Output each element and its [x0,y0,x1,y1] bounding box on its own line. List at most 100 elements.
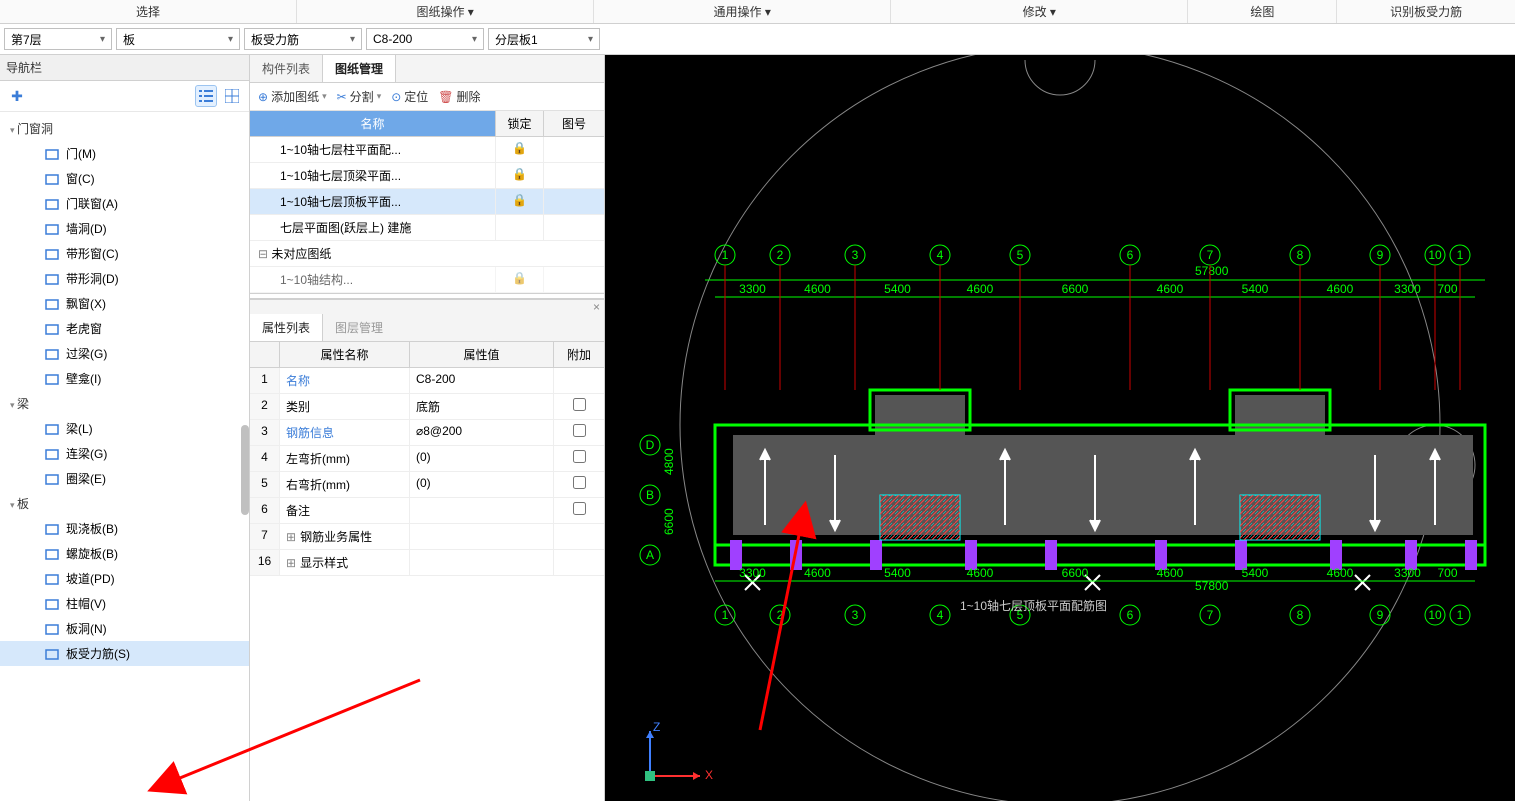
svg-text:B: B [646,488,654,502]
expand-icon[interactable]: ⊞ [286,556,296,570]
dt-group-unmatched[interactable]: 未对应图纸 [250,241,604,267]
property-row[interactable]: 16⊞显示样式 [250,550,604,576]
cbeam-icon [44,446,60,462]
toolbar-del-button[interactable]: 🗑删除 [438,88,480,105]
tree-item-label: 连梁(G) [66,445,107,462]
tab-drawing-manage[interactable]: 图纸管理 [323,55,396,82]
tree-item[interactable]: 带形窗(C) [0,241,249,266]
ring-icon [44,471,60,487]
tree-item[interactable]: 门联窗(A) [0,191,249,216]
tree-item[interactable]: 壁龛(I) [0,366,249,391]
dropdown-4[interactable]: 分层板1▾ [488,28,600,50]
tree-item-label: 窗(C) [66,170,95,187]
lock-icon[interactable]: 🔒 [512,141,527,155]
del-icon: 🗑 [438,90,453,104]
nav-table-view-icon[interactable] [221,85,243,107]
lock-icon[interactable]: 🔒 [512,167,527,181]
tree-item-label: 门联窗(A) [66,195,118,212]
tree-item[interactable]: 门(M) [0,141,249,166]
ribbon-tab-draw[interactable]: 绘图 [1188,0,1337,23]
lock-icon[interactable]: 🔒 [512,193,527,207]
toolbar-locate-button[interactable]: ⊙定位 [391,88,428,105]
property-checkbox[interactable] [573,398,586,411]
tree-group[interactable]: 梁 [0,391,249,416]
nav-scrollbar[interactable] [241,425,249,515]
tree-item[interactable]: 圈梁(E) [0,466,249,491]
svg-text:1: 1 [722,608,729,622]
ribbon-bar: 选择 图纸操作 ▾ 通用操作 ▾ 修改 ▾ 绘图 识别板受力筋 [0,0,1515,24]
toolbar-split-button[interactable]: ✂分割▾ [337,88,382,105]
table-row[interactable]: 1~10轴七层柱平面配...🔒 [250,137,604,163]
property-row[interactable]: 4左弯折(mm)(0) [250,446,604,472]
ribbon-tab-select[interactable]: 选择 [0,0,297,23]
tree-item[interactable]: 窗(C) [0,166,249,191]
property-checkbox[interactable] [573,424,586,437]
spiral-icon [44,546,60,562]
niche-icon [44,371,60,387]
nav-list-view-icon[interactable] [195,85,217,107]
ribbon-tab-modify[interactable]: 修改 ▾ [891,0,1188,23]
dropdown-3[interactable]: C8-200▾ [366,28,484,50]
tree-item[interactable]: 板受力筋(S) [0,641,249,666]
property-row[interactable]: 5右弯折(mm)(0) [250,472,604,498]
tab-component-list[interactable]: 构件列表 [250,55,323,82]
property-row[interactable]: 7⊞钢筋业务属性 [250,524,604,550]
svg-text:3: 3 [852,608,859,622]
tree-item-label: 带形洞(D) [66,270,119,287]
tree-group[interactable]: 门窗洞 [0,116,249,141]
svg-text:9: 9 [1377,248,1384,262]
cad-viewport[interactable]: 123456789101 330046005400460066004600540… [605,55,1515,801]
tree-item[interactable]: 老虎窗 [0,316,249,341]
table-row[interactable]: 1~10轴七层顶梁平面...🔒 [250,163,604,189]
dropdown-1[interactable]: 板▾ [116,28,240,50]
tree-item[interactable]: 螺旋板(B) [0,541,249,566]
tree-item[interactable]: 柱帽(V) [0,591,249,616]
svg-text:4600: 4600 [1157,566,1184,580]
dropdown-2[interactable]: 板受力筋▾ [244,28,362,50]
table-row[interactable]: 1~10轴七层顶板平面...🔒 [250,189,604,215]
property-row[interactable]: 6备注 [250,498,604,524]
cad-drawing: 123456789101 330046005400460066004600540… [605,55,1515,801]
tab-property-list[interactable]: 属性列表 [250,314,323,341]
svg-text:4600: 4600 [804,282,831,296]
property-row[interactable]: 2类别底筋 [250,394,604,420]
context-dropdowns: 第7层▾板▾板受力筋▾C8-200▾分层板1▾ [0,24,1515,55]
table-row[interactable]: 七层平面图(跃层上) 建施 [250,215,604,241]
property-checkbox[interactable] [573,476,586,489]
tree-item-label: 圈梁(E) [66,470,106,487]
tree-item[interactable]: 带形洞(D) [0,266,249,291]
tree-item[interactable]: 现浇板(B) [0,516,249,541]
tree-item[interactable]: 飘窗(X) [0,291,249,316]
tree-item[interactable]: 坡道(PD) [0,566,249,591]
ribbon-tab-general-ops[interactable]: 通用操作 ▾ [594,0,891,23]
property-row[interactable]: 1名称C8-200 [250,368,604,394]
band2-icon [44,271,60,287]
nav-add-icon[interactable]: ✚ [6,85,28,107]
property-close-icon[interactable]: × [250,300,604,314]
property-row[interactable]: 3钢筋信息⌀8@200 [250,420,604,446]
toolbar-add-button[interactable]: ⊕添加图纸▾ [258,88,327,105]
dropdown-0[interactable]: 第7层▾ [4,28,112,50]
navigator-tree[interactable]: 门窗洞门(M) 窗(C) 门联窗(A) 墙洞(D) 带形窗(C) 带形洞(D) 飘窗(X)老… [0,112,249,801]
beam-icon [44,421,60,437]
tree-group[interactable]: 板 [0,491,249,516]
drawing-toolbar: ⊕添加图纸▾ ✂分割▾ ⊙定位 🗑删除 [250,83,604,111]
svg-text:57800: 57800 [1195,579,1229,593]
svg-text:1: 1 [1457,248,1464,262]
tree-item[interactable]: 连梁(G) [0,441,249,466]
tree-item-label: 墙洞(D) [66,220,107,237]
expand-icon[interactable]: ⊞ [286,530,296,544]
tree-item[interactable]: 过梁(G) [0,341,249,366]
tab-layer-manage[interactable]: 图层管理 [323,314,395,341]
property-checkbox[interactable] [573,450,586,463]
tree-item[interactable]: 板洞(N) [0,616,249,641]
svg-text:6600: 6600 [662,508,676,535]
lintel-icon [44,346,60,362]
property-checkbox[interactable] [573,502,586,515]
tree-item-label: 带形窗(C) [66,245,119,262]
ribbon-tab-recognize-rebar[interactable]: 识别板受力筋 [1337,0,1515,23]
tree-item[interactable]: 梁(L) [0,416,249,441]
table-row[interactable]: 1~10轴结构...🔒 [250,267,604,293]
tree-item[interactable]: 墙洞(D) [0,216,249,241]
ribbon-tab-drawing-ops[interactable]: 图纸操作 ▾ [297,0,594,23]
